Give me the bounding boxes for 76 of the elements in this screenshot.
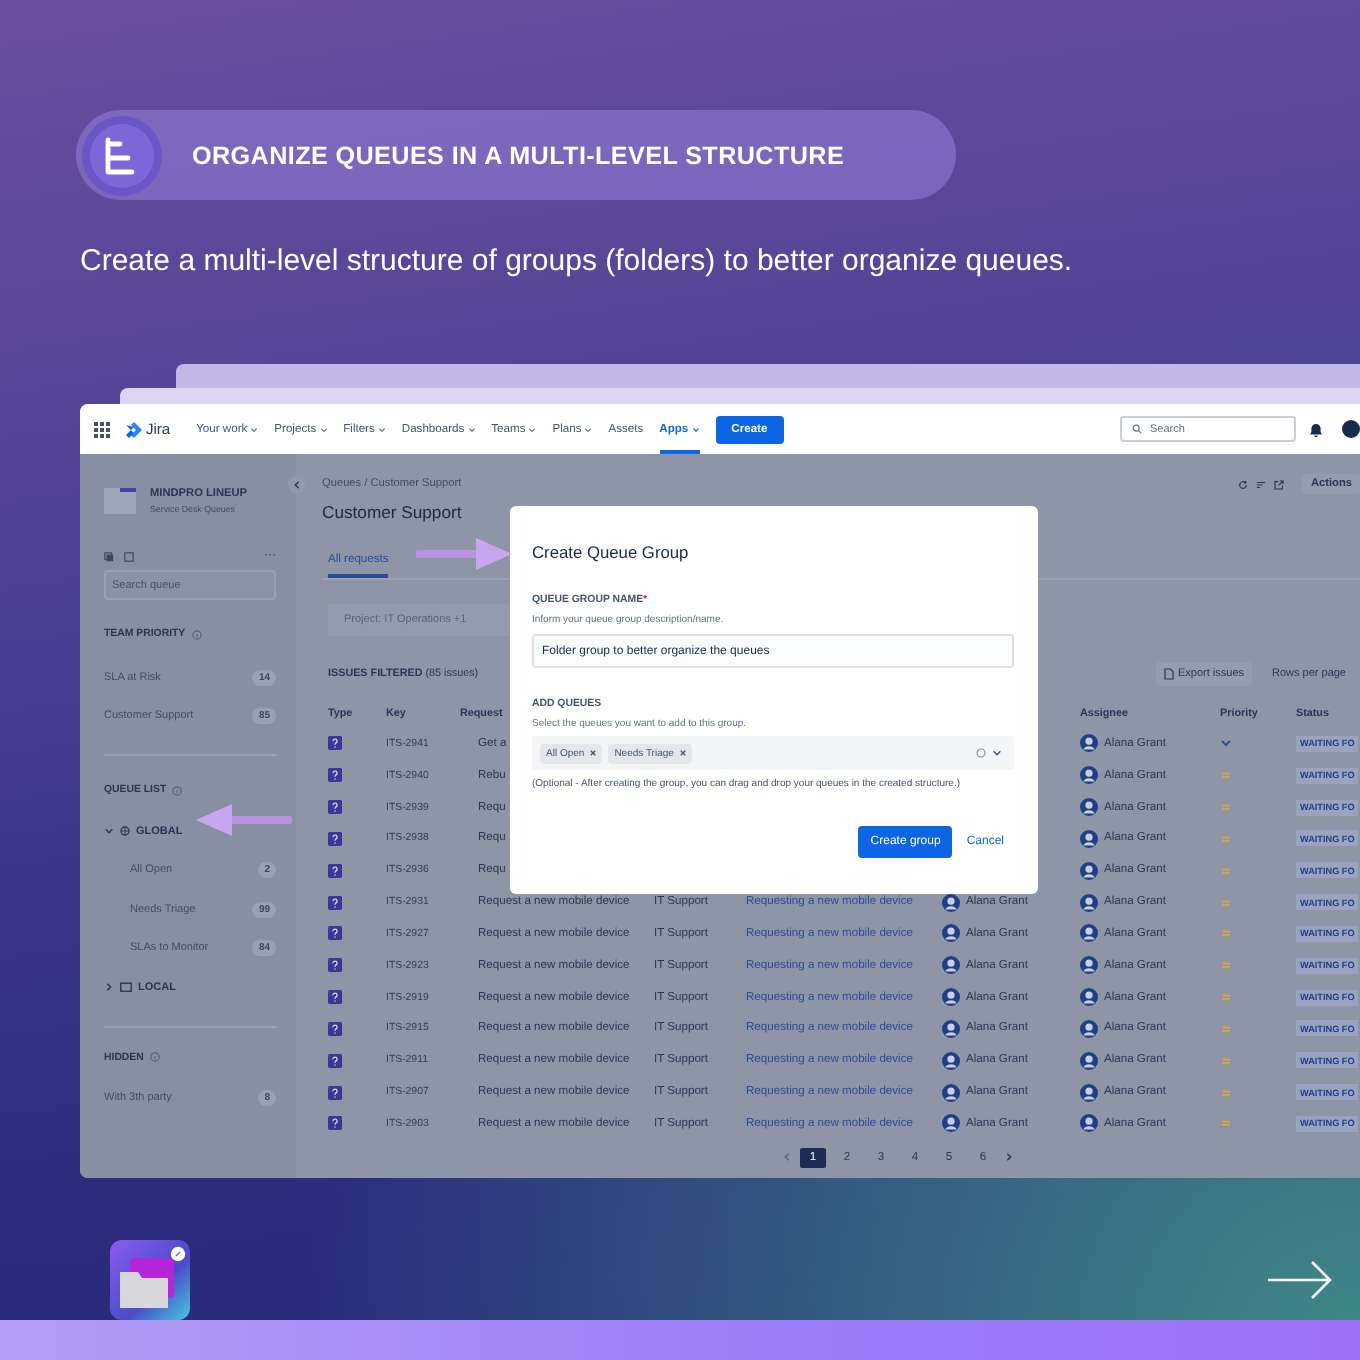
- caret-icon: [104, 826, 114, 837]
- list-icon: [80, 113, 164, 197]
- folder-app-icon: [110, 1240, 190, 1320]
- page-title: Customer Support: [322, 500, 464, 526]
- dialog-title: Create Queue Group: [532, 540, 691, 564]
- avatar-icon: [1342, 420, 1360, 438]
- question-icon: [328, 1085, 342, 1100]
- question-icon: [328, 990, 342, 1005]
- caret-icon: [104, 982, 114, 993]
- avatar-icon: [942, 1083, 960, 1102]
- refresh-icon: [1238, 479, 1249, 489]
- banner-title: ORGANIZE QUEUES IN A MULTI-LEVEL STRUCTURE: [192, 141, 845, 169]
- question-icon: [328, 768, 342, 783]
- close-icon: [590, 750, 597, 756]
- question-icon: [328, 1021, 342, 1036]
- caret-icon: [992, 748, 1002, 758]
- chevron-icon: [467, 425, 476, 433]
- globe-icon: [120, 826, 130, 837]
- avatar-icon: [942, 1114, 960, 1133]
- pointer-arrow: [416, 538, 512, 570]
- question-icon: [328, 736, 342, 751]
- chevron-icon: [250, 425, 259, 433]
- question-icon: [328, 895, 342, 910]
- question-icon: [328, 800, 342, 815]
- chevron-icon: [377, 425, 386, 433]
- grid-icon: [94, 421, 110, 437]
- avatar-icon: [942, 956, 960, 975]
- avatar-icon: [1080, 956, 1098, 975]
- square-icon: [124, 551, 134, 561]
- chevron-icon: [528, 425, 537, 433]
- bell-icon: [1308, 421, 1324, 437]
- chevron-icon: [319, 425, 328, 433]
- avatar-icon: [942, 1051, 960, 1070]
- document-icon: [1163, 668, 1174, 680]
- avatar-icon: [1080, 1051, 1098, 1070]
- info-icon: [149, 1052, 160, 1062]
- question-icon: [328, 926, 342, 941]
- chevron-icon: [584, 425, 593, 433]
- avatar-icon: [1080, 829, 1098, 848]
- info-icon: [191, 629, 202, 639]
- copy-icon: [104, 551, 114, 561]
- avatar-icon: [1080, 1083, 1098, 1102]
- chevron-icon: [691, 425, 700, 433]
- project-logo-icon: [104, 487, 136, 513]
- avatar-icon: [1080, 766, 1098, 785]
- avatar-icon: [1080, 924, 1098, 943]
- next-arrow-icon[interactable]: [1266, 1260, 1334, 1300]
- avatar-icon: [1080, 1114, 1098, 1133]
- question-icon: [328, 1116, 342, 1131]
- avatar-icon: [1080, 734, 1098, 753]
- logo-icon: [126, 421, 142, 437]
- close-icon: [679, 750, 686, 756]
- folder-icon: [120, 982, 132, 993]
- avatar-icon: [1080, 1019, 1098, 1038]
- avatar-icon: [1080, 861, 1098, 880]
- question-icon: [328, 831, 342, 846]
- chevron-icon: [1004, 1152, 1014, 1163]
- subtitle: Create a multi-level structure of groups (folders) to better organize queues.: [80, 244, 1075, 280]
- avatar-icon: [942, 988, 960, 1007]
- avatar-icon: [1080, 988, 1098, 1007]
- avatar-icon: [942, 1019, 960, 1038]
- collapse-button[interactable]: [288, 476, 306, 494]
- question-icon: [328, 863, 342, 878]
- question-icon: [328, 1053, 342, 1068]
- info-icon: [172, 785, 183, 795]
- question-icon: [328, 958, 342, 973]
- avatar-icon: [942, 893, 960, 912]
- pointer-arrow: [196, 804, 292, 836]
- lines-icon: [1256, 479, 1267, 489]
- avatar-icon: [1080, 893, 1098, 912]
- chevron-icon: [782, 1152, 792, 1163]
- avatar-icon: [942, 924, 960, 943]
- share-icon: [1274, 479, 1285, 489]
- avatar-icon: [1080, 798, 1098, 817]
- chevron-icon: [292, 480, 302, 490]
- search-icon: [1132, 424, 1142, 434]
